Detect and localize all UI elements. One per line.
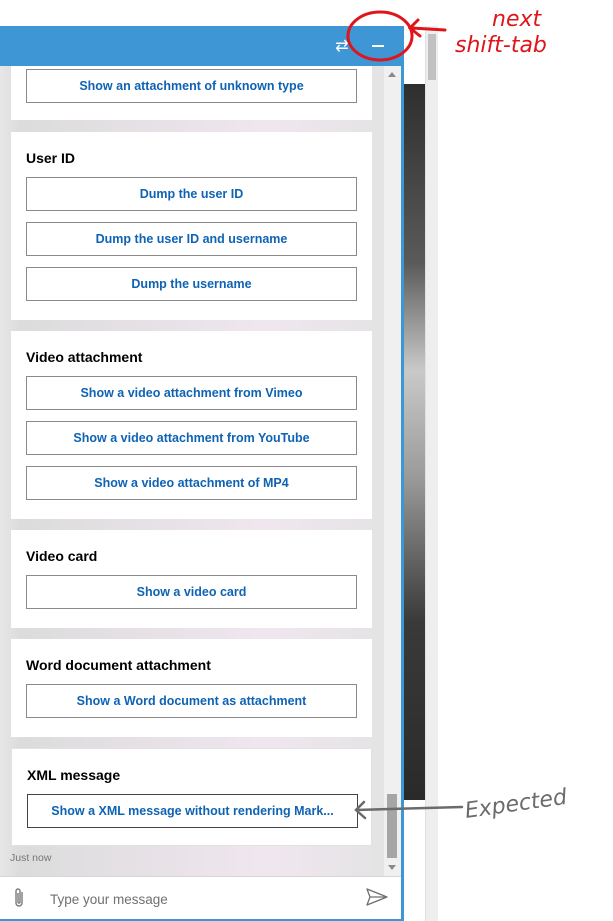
annotation-layer: next shift-tab Expected	[346, 7, 570, 824]
annotation-shift-tab: shift-tab	[455, 33, 547, 58]
annotation-expected: Expected	[463, 785, 569, 824]
gray-arrow-annotation	[354, 800, 464, 820]
annotation-next: next	[492, 7, 542, 32]
red-circle-annotation	[346, 10, 414, 62]
red-arrow-annotation	[407, 18, 447, 38]
